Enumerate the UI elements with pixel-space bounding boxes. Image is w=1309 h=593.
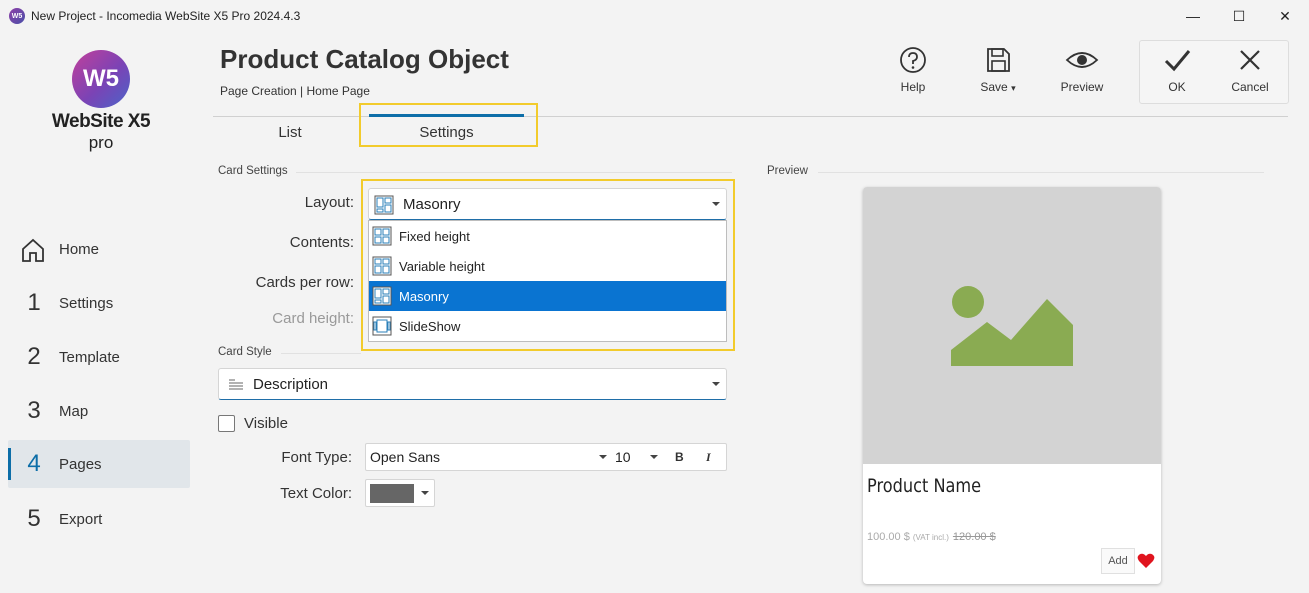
sidebar-item-label: Map (59, 402, 89, 420)
vat-note: (VAT incl.) (912, 533, 949, 542)
section-divider (296, 172, 732, 173)
preview-heading: Preview (767, 165, 808, 177)
section-divider (281, 353, 361, 354)
eye-icon (1065, 52, 1099, 68)
font-size-select[interactable]: 10 (615, 449, 631, 465)
logo-subtext: pro (88, 133, 114, 152)
text-color-label: Text Color: (280, 485, 352, 502)
product-name: Product Name (867, 475, 982, 497)
step-number: 4 (27, 450, 41, 477)
preview-label: Preview (1060, 80, 1104, 94)
help-label: Help (900, 80, 926, 94)
image-placeholder (863, 187, 1161, 464)
italic-button[interactable]: I (706, 450, 711, 465)
cards-per-row-label: Cards per row: (255, 274, 354, 291)
add-to-cart-button: Add (1101, 548, 1135, 574)
cancel-label: Cancel (1231, 80, 1269, 94)
card-style-heading: Card Style (218, 346, 272, 358)
step-number: 1 (27, 289, 41, 316)
preview-card: Product Name 100.00 $ (VAT incl.) 120.00 … (863, 187, 1161, 584)
card-height-label: Card height: (272, 310, 354, 327)
font-family-select[interactable]: Open Sans (370, 449, 440, 465)
cancel-button[interactable]: Cancel (1215, 46, 1285, 102)
image-placeholder-icon (951, 286, 1073, 366)
app-icon: W5 (9, 8, 25, 24)
highlight-box-layout (361, 179, 735, 351)
maximize-button[interactable]: ☐ (1216, 0, 1262, 32)
font-type-label: Font Type: (281, 449, 352, 466)
text-lines-icon (229, 379, 243, 390)
chevron-down-icon (421, 491, 429, 495)
sidebar-item-home[interactable]: Home (8, 225, 190, 273)
preview-button[interactable]: Preview (1047, 46, 1117, 102)
ok-button[interactable]: OK (1142, 46, 1212, 102)
sidebar: W5 WebSite X5 pro Home 1 Settings 2 Temp… (0, 32, 200, 593)
contents-label: Contents: (289, 234, 354, 251)
checkmark-icon (1164, 50, 1191, 72)
step-number: 5 (27, 505, 41, 532)
sidebar-item-label: Home (59, 240, 100, 258)
card-style-value: Description (253, 376, 329, 393)
visible-label: Visible (244, 415, 288, 432)
home-icon (20, 237, 46, 268)
sidebar-item-settings[interactable]: 1 Settings (8, 279, 190, 327)
step-number: 2 (27, 343, 41, 370)
color-swatch (370, 484, 414, 503)
ok-label: OK (1168, 80, 1186, 94)
price: 100.00 $ (867, 531, 910, 543)
section-divider (818, 172, 1264, 173)
text-color-picker[interactable] (365, 479, 435, 507)
breadcrumb: Page Creation | Home Page (220, 84, 370, 98)
logo-text: WebSite X5 (51, 111, 151, 132)
save-label: Save (980, 80, 1008, 94)
old-price: 120.00 $ (952, 531, 996, 543)
card-style-select[interactable]: Description (218, 368, 727, 400)
window-title: New Project - Incomedia WebSite X5 Pro 2… (31, 9, 301, 23)
sidebar-item-pages[interactable]: 4 Pages (8, 440, 190, 488)
help-button[interactable]: Help (878, 46, 948, 102)
minimize-button[interactable]: — (1170, 0, 1216, 32)
sidebar-item-label: Template (59, 348, 120, 366)
save-icon (987, 48, 1010, 72)
logo: W5 WebSite X5 pro (50, 50, 160, 160)
chevron-down-icon[interactable] (650, 455, 658, 459)
tab-list[interactable]: List (240, 118, 340, 148)
sidebar-item-template[interactable]: 2 Template (8, 333, 190, 381)
sidebar-item-map[interactable]: 3 Map (8, 387, 190, 435)
heart-icon (1137, 553, 1155, 568)
sidebar-item-label: Settings (59, 294, 114, 312)
bold-button[interactable]: B (675, 450, 684, 464)
sidebar-item-label: Pages (59, 455, 102, 473)
close-window-button[interactable]: ✕ (1262, 0, 1308, 32)
highlight-box-tab (359, 103, 538, 147)
chevron-down-icon[interactable] (599, 455, 607, 459)
visible-checkbox[interactable] (218, 415, 235, 432)
save-caret-icon: ▾ (1011, 83, 1016, 93)
chevron-down-icon (712, 382, 720, 386)
card-settings-heading: Card Settings (218, 165, 288, 177)
logo-mark: W5 (72, 50, 130, 108)
sidebar-item-label: Export (59, 510, 103, 528)
sidebar-item-export[interactable]: 5 Export (8, 495, 190, 543)
cancel-x-icon (1240, 50, 1260, 70)
layout-label: Layout: (304, 194, 354, 211)
step-number: 3 (27, 397, 41, 424)
font-settings-group: Open Sans 10 B I (365, 443, 727, 471)
save-button[interactable]: Save ▾ (963, 46, 1033, 102)
help-icon (900, 47, 926, 73)
price-line: 100.00 $ (VAT incl.) 120.00 $ (867, 531, 996, 543)
page-title: Product Catalog Object (220, 44, 509, 74)
window-titlebar: W5 New Project - Incomedia WebSite X5 Pr… (0, 0, 1309, 32)
